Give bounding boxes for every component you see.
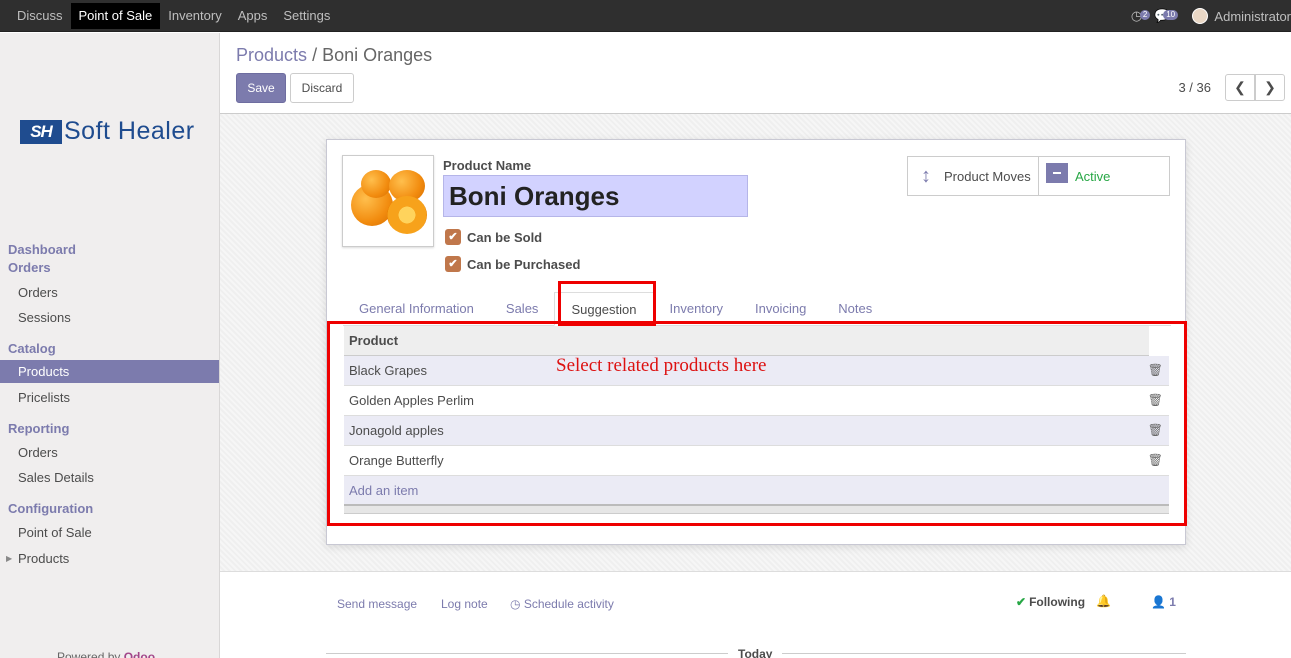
can-be-purchased-checkbox[interactable]: ✔ [445, 256, 461, 272]
pager-value: 3 / 36 [1178, 80, 1211, 95]
sidebar-section-configuration: Configuration [8, 501, 94, 516]
breadcrumb: Products / Boni Oranges [236, 45, 432, 66]
systray: ◷2 💬10 Administrator [1131, 0, 1291, 32]
breadcrumb-separator: / [312, 45, 318, 65]
control-panel: Products / Boni Oranges Save Discard 3 /… [220, 33, 1291, 114]
form-view: Product Name Boni Oranges ✔ Can be Sold … [220, 114, 1291, 572]
list-highlight-box [327, 321, 1187, 526]
caret-right-icon: ▶ [6, 554, 13, 563]
menu-discuss[interactable]: Discuss [0, 3, 71, 29]
sidebar-section-reporting: Reporting [8, 421, 70, 436]
orange-image-part [361, 170, 391, 198]
orange-image-part [387, 196, 427, 234]
breadcrumb-current: Boni Oranges [322, 45, 433, 65]
top-navbar: Discuss Point of Sale Inventory Apps Set… [0, 0, 1291, 32]
logo-text: Soft Healer [64, 117, 195, 145]
archive-icon-wrapper [1039, 163, 1075, 189]
log-note-button[interactable]: Log note [441, 597, 488, 611]
odoo-link[interactable]: Odoo [124, 650, 155, 658]
chevron-left-icon: ❮ [1234, 79, 1246, 95]
archive-icon [1046, 163, 1068, 183]
sidebar-item-products[interactable]: Products [0, 360, 219, 383]
user-menu[interactable]: Administrator [1214, 9, 1291, 24]
menu-settings[interactable]: Settings [275, 3, 338, 29]
active-label: Active [1075, 168, 1111, 184]
logo-mark: SH [20, 119, 62, 144]
following-label: Following [1029, 595, 1086, 609]
sidebar-item-sales-details[interactable]: Sales Details [0, 466, 219, 489]
check-icon: ✔ [1016, 595, 1027, 609]
app-menu: Discuss Point of Sale Inventory Apps Set… [0, 0, 338, 32]
following-button[interactable]: ✔ Following [1016, 595, 1085, 609]
menu-apps[interactable]: Apps [230, 3, 276, 29]
sidebar-item-orders[interactable]: Orders [0, 281, 219, 304]
messages-badge: 10 [1163, 10, 1179, 20]
followers-count: 1 [1169, 595, 1176, 609]
pager-previous-button[interactable]: ❮ [1225, 74, 1255, 101]
vertical-arrows-icon: ↕ [921, 164, 931, 187]
chevron-right-icon: ❯ [1264, 79, 1276, 95]
can-be-purchased-label: Can be Purchased [467, 256, 581, 272]
menu-inventory[interactable]: Inventory [160, 3, 229, 29]
can-be-sold-checkbox[interactable]: ✔ [445, 229, 461, 245]
messages-icon[interactable]: 💬10 [1154, 8, 1179, 24]
sidebar-item-dashboard[interactable]: Dashboard [8, 242, 76, 257]
clock-icon: ◷ [510, 597, 521, 611]
powered-by-label: Powered by [57, 650, 121, 658]
product-name-field[interactable]: Boni Oranges [443, 175, 748, 217]
discard-button[interactable]: Discard [290, 73, 354, 103]
sidebar-item-reporting-orders[interactable]: Orders [0, 441, 219, 464]
user-icon: 👤 [1151, 595, 1166, 609]
sidebar-item-label: Products [18, 551, 70, 566]
can-be-purchased-row: ✔ Can be Purchased [445, 256, 580, 272]
followers-button[interactable]: 👤 1 [1151, 595, 1176, 609]
pager-next-button[interactable]: ❯ [1255, 74, 1285, 101]
product-moves-label: Product Moves [944, 168, 1031, 184]
can-be-sold-row: ✔ Can be Sold [445, 229, 542, 245]
company-logo: SH Soft Healer [20, 117, 195, 146]
product-image[interactable] [342, 155, 434, 247]
product-moves-button[interactable]: ↕ Product Moves [907, 156, 1039, 196]
sidebar-item-sessions[interactable]: Sessions [0, 306, 219, 329]
menu-point-of-sale[interactable]: Point of Sale [70, 2, 161, 29]
sidebar-section-orders: Orders [8, 260, 51, 275]
sidebar-item-point-of-sale[interactable]: Point of Sale [0, 521, 219, 544]
product-name-label: Product Name [443, 158, 532, 173]
sidebar-item-pricelists[interactable]: Pricelists [0, 386, 219, 409]
activity-badge: 2 [1139, 10, 1151, 20]
schedule-activity-label: Schedule activity [523, 597, 614, 611]
form-sheet: Product Name Boni Oranges ✔ Can be Sold … [326, 139, 1187, 545]
send-message-button[interactable]: Send message [337, 597, 417, 611]
breadcrumb-products[interactable]: Products [236, 45, 307, 65]
sidebar-item-config-products[interactable]: ▶ Products [0, 547, 219, 570]
avatar[interactable] [1192, 8, 1209, 24]
powered-by: Powered by Odoo [57, 650, 155, 658]
chatter: Send message Log note ◷ Schedule activit… [220, 572, 1291, 658]
can-be-sold-label: Can be Sold [467, 229, 543, 245]
save-button[interactable]: Save [236, 73, 286, 103]
sidebar-section-catalog: Catalog [8, 341, 56, 356]
schedule-activity-button[interactable]: ◷ Schedule activity [510, 597, 614, 611]
sidebar: SH Soft Healer Dashboard Orders Orders S… [0, 33, 220, 658]
active-toggle-button[interactable]: Active [1038, 156, 1170, 196]
bell-icon[interactable]: 🔔 [1096, 594, 1111, 608]
activity-icon[interactable]: ◷ 2 [1131, 8, 1151, 24]
date-separator-label: Today [728, 647, 783, 658]
